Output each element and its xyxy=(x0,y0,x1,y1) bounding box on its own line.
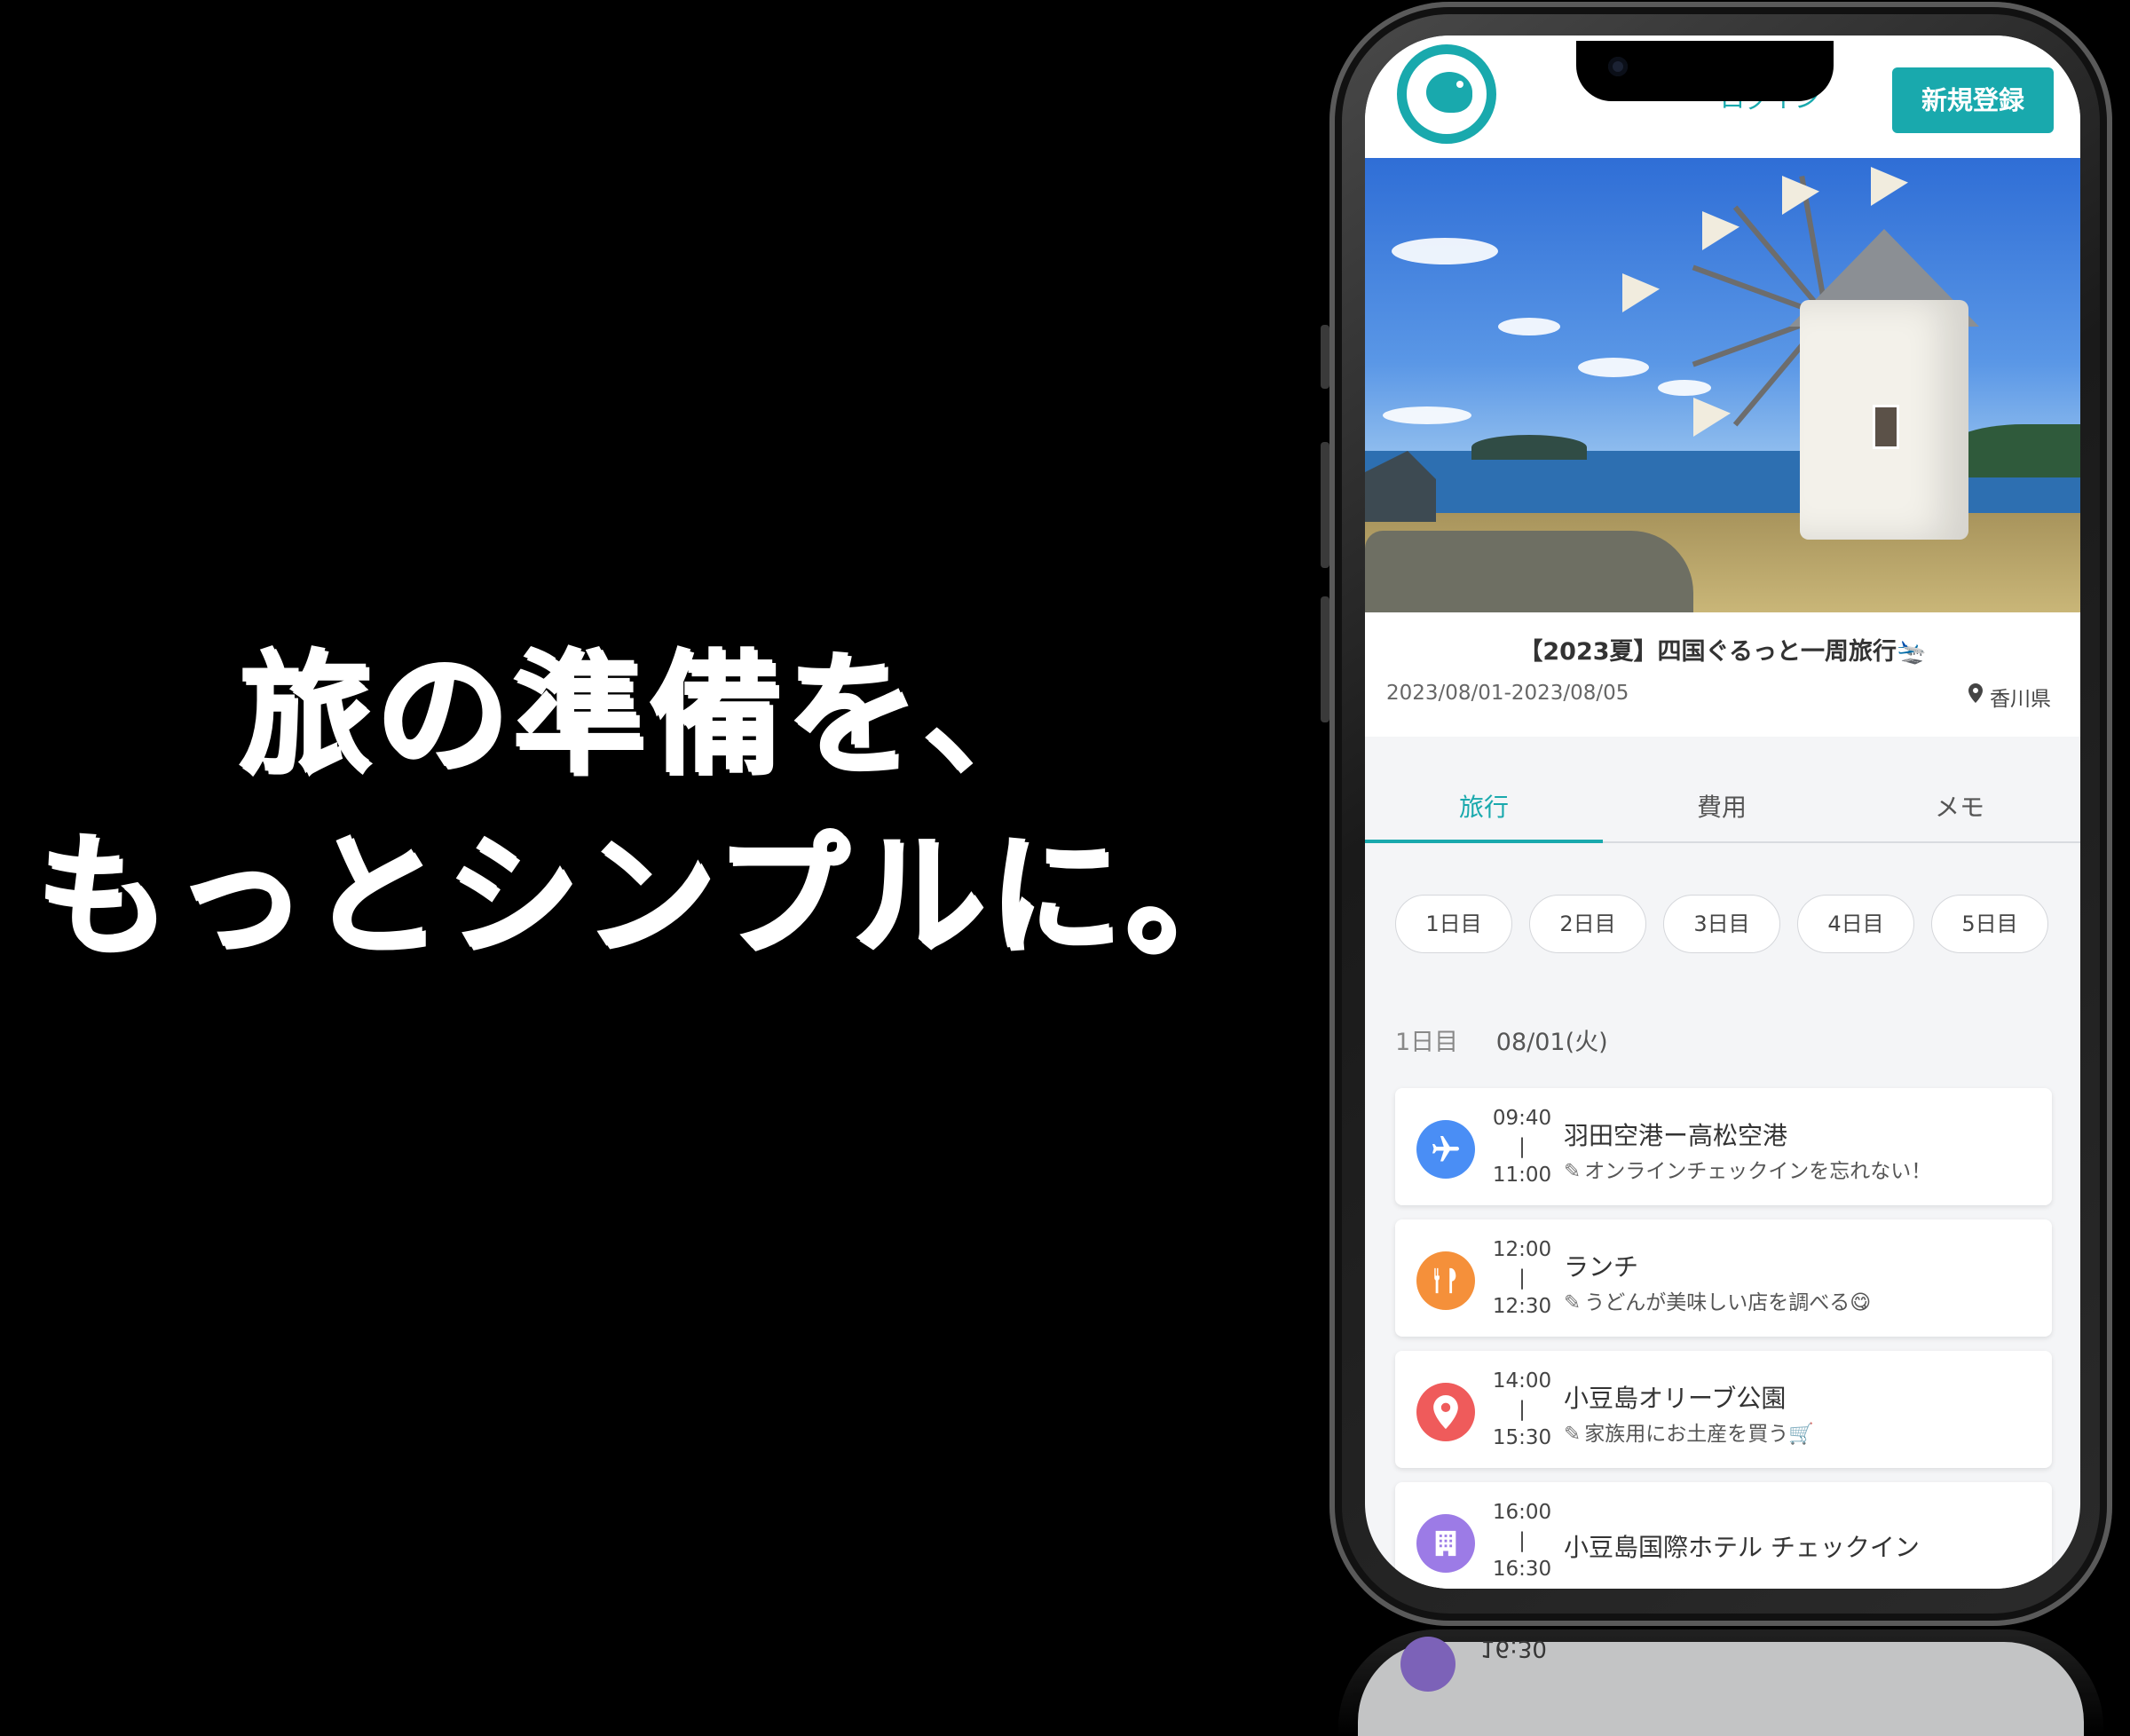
schedule-card[interactable]: 14:00 | 15:30 小豆島オリーブ公園 ✎ 家族用にお土産を買う🛒 xyxy=(1395,1351,2052,1468)
schedule-card[interactable]: 09:40 | 11:00 羽田空港ー高松空港 ✎ オンラインチェックインを忘れな… xyxy=(1395,1088,2052,1205)
cloud xyxy=(1498,318,1560,335)
time-separator: | xyxy=(1519,1398,1526,1421)
headline-line-2: もっとシンプルに。 xyxy=(35,818,1261,973)
day-pill-2[interactable]: 2日目 xyxy=(1529,895,1646,953)
windmill-sail xyxy=(1702,211,1740,250)
reflection-screen xyxy=(1358,1642,2084,1736)
trip-dates: 2023/08/01-2023/08/05 xyxy=(1386,682,1629,705)
cloud xyxy=(1383,406,1471,424)
time-separator: | xyxy=(1519,1135,1526,1158)
front-camera xyxy=(1608,57,1628,76)
reflection-hotel-icon xyxy=(1400,1637,1456,1692)
schedule-times: 09:40 | 11:00 xyxy=(1487,1104,1557,1189)
schedule-memo: ✎ うどんが美味しい店を調べる😋 xyxy=(1564,1285,1871,1315)
windmill-sail xyxy=(1622,273,1660,312)
tab-travel[interactable]: 旅行 xyxy=(1365,788,1603,824)
schedule-times: 16:00 | 16:30 xyxy=(1487,1498,1557,1583)
trip-cover-image xyxy=(1365,158,2080,612)
memo-text: 家族用にお土産を買う🛒 xyxy=(1584,1423,1814,1446)
tab-memo[interactable]: メモ xyxy=(1841,788,2079,824)
schedule-memo: ✎ 家族用にお土産を買う🛒 xyxy=(1564,1416,1814,1447)
day-pill-5[interactable]: 5日目 xyxy=(1931,895,2048,953)
time-separator: | xyxy=(1519,1266,1526,1290)
rock xyxy=(1365,531,1693,612)
phone-notch xyxy=(1576,41,1834,101)
end-time: 15:30 xyxy=(1492,1426,1552,1449)
windmill-sail xyxy=(1871,167,1908,206)
schedule-memo: ✎ オンラインチェックインを忘れない！ xyxy=(1564,1154,1931,1184)
edit-note-icon: ✎ xyxy=(1564,1423,1582,1446)
airplane-icon xyxy=(1416,1120,1475,1179)
tab-active-indicator xyxy=(1365,840,1603,843)
reflection-time: 16:30 xyxy=(1480,1635,1547,1661)
start-time: 09:40 xyxy=(1492,1107,1552,1130)
day-header-label: 1日目 xyxy=(1395,1029,1459,1056)
schedule-card[interactable]: 16:00 | 16:30 小豆島国際ホテル チェックイン xyxy=(1395,1482,2052,1589)
cloud xyxy=(1658,380,1711,396)
signup-button[interactable]: 新規登録 xyxy=(1892,67,2054,133)
headline: 旅の準備を、 もっとシンプルに。 xyxy=(0,648,1296,962)
end-time: 12:30 xyxy=(1492,1295,1552,1318)
schedule-times: 14:00 | 15:30 xyxy=(1487,1367,1557,1452)
day-header: 1日目 08/01(火) xyxy=(1395,1022,1608,1057)
edit-note-icon: ✎ xyxy=(1564,1291,1582,1314)
day-header-date: 08/01(火) xyxy=(1495,1029,1608,1056)
tab-cost[interactable]: 費用 xyxy=(1603,788,1841,824)
bird-logo-eye xyxy=(1456,81,1463,88)
edit-note-icon: ✎ xyxy=(1564,1160,1582,1183)
app-logo-icon[interactable] xyxy=(1397,44,1496,144)
time-separator: | xyxy=(1519,1529,1526,1552)
schedule-card[interactable]: 12:00 | 12:30 ランチ ✎ うどんが美味しい店を調べる😋 xyxy=(1395,1219,2052,1337)
end-time: 16:30 xyxy=(1492,1558,1552,1581)
day-pill-1[interactable]: 1日目 xyxy=(1395,895,1512,953)
windmill-sail xyxy=(1693,398,1731,437)
island xyxy=(1471,435,1587,460)
location-pin-icon xyxy=(1968,683,1983,703)
headline-line-1: 旅の準備を、 xyxy=(237,637,1058,792)
cloud xyxy=(1578,358,1649,377)
schedule-times: 12:00 | 12:30 xyxy=(1487,1235,1557,1321)
memo-text: オンラインチェックインを忘れない！ xyxy=(1584,1160,1932,1183)
phone-reflection: 16:30 xyxy=(1338,1629,2103,1736)
day-pill-4[interactable]: 4日目 xyxy=(1797,895,1914,953)
trip-title: 【2023夏】四国ぐるっと一周旅行🛬 xyxy=(1519,638,1927,666)
restaurant-icon xyxy=(1416,1251,1475,1310)
memo-text: うどんが美味しい店を調べる😋 xyxy=(1584,1291,1872,1314)
phone-volume-down xyxy=(1321,596,1329,722)
location-pin-icon xyxy=(1416,1383,1475,1441)
end-time: 11:00 xyxy=(1492,1164,1552,1187)
schedule-title: 小豆島オリーブ公園 xyxy=(1564,1384,1787,1413)
trip-info: 【2023夏】四国ぐるっと一周旅行🛬 2023/08/01-2023/08/05… xyxy=(1365,612,2080,737)
phone-volume-up xyxy=(1321,442,1329,568)
tab-bar: 旅行 費用 メモ xyxy=(1365,770,2080,843)
schedule-title: 小豆島国際ホテル チェックイン xyxy=(1564,1533,1920,1562)
schedule-title: 羽田空港ー高松空港 xyxy=(1564,1121,1788,1150)
start-time: 12:00 xyxy=(1492,1238,1552,1261)
day-pill-3[interactable]: 3日目 xyxy=(1663,895,1780,953)
schedule-title: ランチ xyxy=(1564,1252,1639,1282)
trip-place: 香川県 xyxy=(1990,688,2051,711)
hotel-icon xyxy=(1416,1514,1475,1573)
bird-logo-mark xyxy=(1426,72,1472,113)
phone-screen: ログイン 新規登録 【2023夏】四国ぐるっと一周旅行🛬 2023/08/01-… xyxy=(1365,36,2080,1589)
start-time: 16:00 xyxy=(1492,1501,1552,1524)
start-time: 14:00 xyxy=(1492,1369,1552,1393)
windmill-window xyxy=(1873,405,1899,449)
cloud xyxy=(1392,238,1498,264)
phone-side-button xyxy=(1321,325,1329,389)
